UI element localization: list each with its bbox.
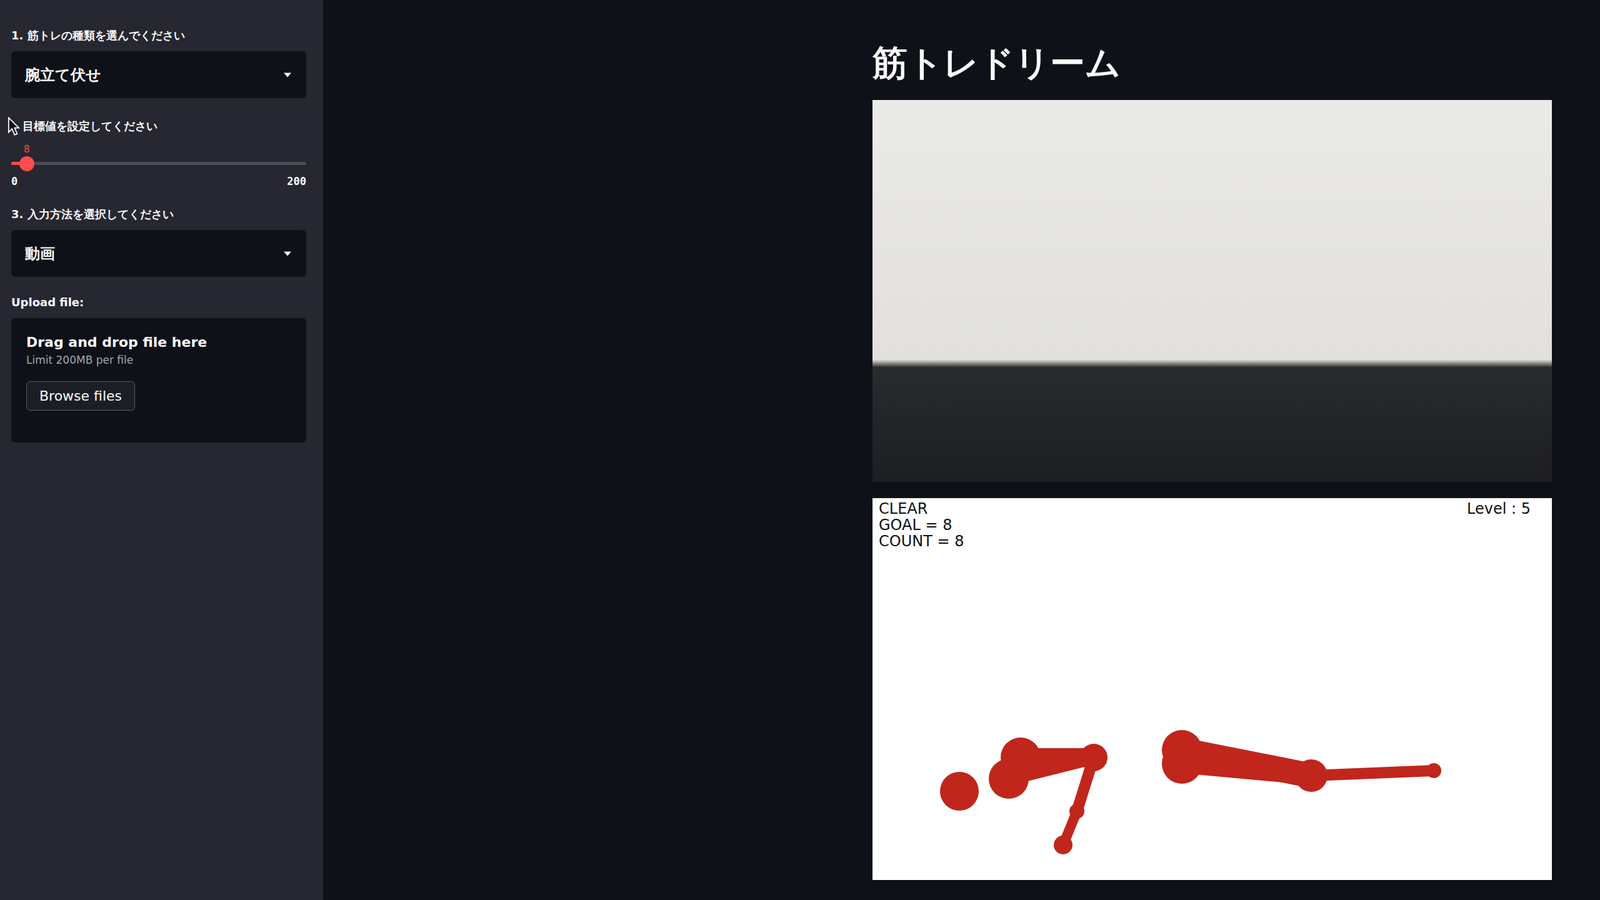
input-label: 3. 入力方法を選択してください bbox=[11, 206, 307, 223]
slider-max: 200 bbox=[286, 175, 307, 188]
file-dropzone[interactable]: Drag and drop file here Limit 200MB per f… bbox=[11, 318, 307, 443]
skeleton-joint bbox=[1080, 743, 1108, 772]
dropzone-limit: Limit 200MB per file bbox=[26, 353, 292, 367]
chevron-down-icon bbox=[283, 251, 292, 257]
result-panel: CLEARGOAL = 8COUNT = 8 Level : 5 bbox=[872, 498, 1552, 880]
dropzone-title: Drag and drop file here bbox=[26, 334, 292, 350]
chevron-down-icon bbox=[283, 72, 292, 78]
skeleton-joint bbox=[1069, 803, 1085, 819]
head-joint bbox=[940, 771, 979, 811]
level-text: Level : 5 bbox=[1466, 500, 1531, 517]
skeleton-joint bbox=[1426, 763, 1442, 779]
exercise-label: 1. 筋トレの種類を選んでください bbox=[11, 27, 307, 44]
video-frame bbox=[872, 100, 1552, 482]
app-title: 筋トレドリーム bbox=[872, 40, 1552, 87]
status-text: CLEAR bbox=[878, 500, 964, 517]
slider-track: 8 bbox=[11, 161, 307, 165]
app: 1. 筋トレの種類を選んでください腕立て伏せ目標値を設定してください802003… bbox=[0, 0, 1600, 900]
main: 筋トレドリーム CLEARGOAL = 8COUNT = 8 Level : 5 bbox=[323, 0, 1600, 900]
mouse-cursor-icon bbox=[7, 116, 20, 136]
skeleton-joint bbox=[988, 758, 1029, 799]
slider-thumb[interactable]: 8 bbox=[19, 156, 35, 172]
goal-slider[interactable]: 80200 bbox=[11, 143, 307, 188]
skeleton-bone bbox=[1311, 770, 1434, 776]
skeleton-joint bbox=[1295, 759, 1328, 792]
count-text: COUNT = 8 bbox=[878, 533, 964, 550]
pose-skeleton bbox=[872, 498, 1552, 880]
input-select[interactable]: 動画 bbox=[11, 230, 307, 277]
sidebar: 1. 筋トレの種類を選んでください腕立て伏せ目標値を設定してください802003… bbox=[0, 0, 324, 900]
slider-min: 0 bbox=[11, 175, 18, 188]
upload-label: Upload file: bbox=[11, 294, 307, 311]
skeleton-joint bbox=[1053, 835, 1073, 855]
browse-button[interactable]: Browse files bbox=[26, 381, 135, 411]
goal-label: 目標値を設定してください bbox=[7, 116, 307, 136]
goal-text: GOAL = 8 bbox=[878, 516, 964, 534]
skeleton-joint bbox=[1161, 743, 1202, 784]
exercise-select[interactable]: 腕立て伏せ bbox=[11, 51, 307, 99]
slider-value: 8 bbox=[23, 143, 30, 155]
